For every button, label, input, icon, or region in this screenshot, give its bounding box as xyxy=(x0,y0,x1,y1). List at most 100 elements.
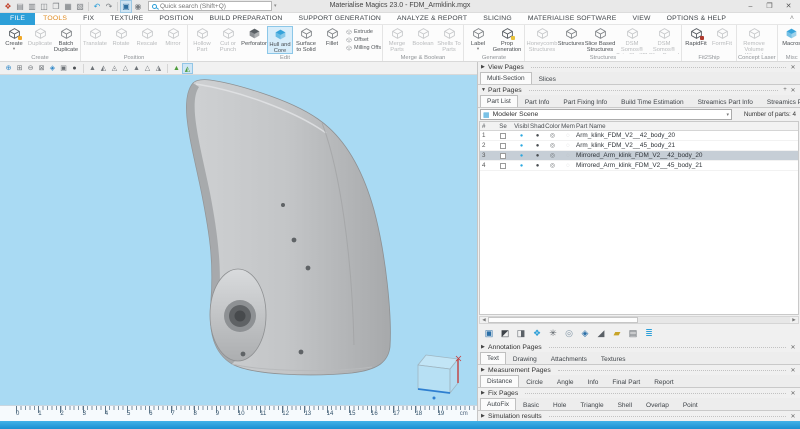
tab-slices[interactable]: Slices xyxy=(532,73,563,84)
export-part-icon[interactable]: ▧ xyxy=(74,1,86,12)
col-visible[interactable]: Visibl xyxy=(513,123,530,130)
select-checkbox[interactable] xyxy=(500,133,506,139)
tab-file[interactable]: FILE xyxy=(0,13,35,25)
scene-gear-icon[interactable]: ✳ xyxy=(545,325,561,341)
list-settings-icon[interactable]: ≣ xyxy=(641,325,657,341)
slice-tool-icon[interactable]: ◢ xyxy=(593,325,609,341)
close-icon[interactable]: ✕ xyxy=(789,413,797,420)
options-icon[interactable]: ◉ xyxy=(132,1,144,12)
zoom-window-icon[interactable]: ⊞ xyxy=(14,63,25,74)
expand-arrow-icon[interactable]: ▶ xyxy=(481,367,488,373)
tab-view[interactable]: VIEW xyxy=(624,13,658,25)
formfit-button[interactable]: FormFit xyxy=(709,26,735,54)
expand-arrow-icon[interactable]: ▶ xyxy=(481,413,488,419)
visible-icon[interactable]: ● xyxy=(513,143,530,149)
part-name[interactable]: Arm_klink_FDM_V2__42_body_20 xyxy=(576,132,798,139)
shading-icon[interactable]: ● xyxy=(530,163,545,169)
rapidfit-button[interactable]: RapidFit xyxy=(683,26,709,54)
tab-texture[interactable]: TEXTURE xyxy=(102,13,151,25)
scroll-right-icon[interactable]: ▶ xyxy=(790,317,798,323)
col-color[interactable]: Color xyxy=(545,123,560,130)
fillet-button[interactable]: Fillet xyxy=(319,26,345,54)
view-pages-header[interactable]: ▶ View Pages ✕ xyxy=(478,62,800,72)
expand-arrow-icon[interactable]: ▶ xyxy=(481,64,488,70)
tab-autofix[interactable]: AutoFix xyxy=(480,398,516,410)
close-icon[interactable]: ✕ xyxy=(789,344,797,351)
expand-arrow-icon[interactable]: ▶ xyxy=(481,344,488,350)
tab-basic[interactable]: Basic xyxy=(516,399,546,410)
dsm-somos-slice-tetrashell-button[interactable]: DSM Somos® Slice Based TetraShell™ xyxy=(648,26,680,54)
tab-part-fixing-info[interactable]: Part Fixing Info xyxy=(556,96,614,107)
tab-fix[interactable]: FIX xyxy=(75,13,102,25)
macros-button[interactable]: Macros xyxy=(779,26,800,54)
honeycomb-structures-button[interactable]: Honeycomb Structures xyxy=(526,26,558,54)
perforator-button[interactable]: Perforator xyxy=(241,26,267,54)
table-row[interactable]: 1 ● ● ◎ ◌ Arm_klink_FDM_V2__42_body_20 xyxy=(480,131,798,141)
color-icon[interactable]: ◎ xyxy=(545,132,560,139)
new-scene-icon[interactable]: ▤ xyxy=(14,1,26,12)
structures-button[interactable]: Structures xyxy=(558,26,584,54)
add-page-icon[interactable]: + xyxy=(781,87,789,93)
merge-parts-button[interactable]: Merge Parts xyxy=(384,26,410,54)
scroll-left-icon[interactable]: ◀ xyxy=(480,317,488,323)
unmark-window-icon[interactable]: △ xyxy=(142,63,153,74)
close-icon[interactable]: ✕ xyxy=(789,367,797,374)
sphere-tool-icon[interactable]: ◎ xyxy=(561,325,577,341)
colored-parts-icon[interactable]: ◈ xyxy=(577,325,593,341)
import-part-icon[interactable]: ◩ xyxy=(497,325,513,341)
part-name[interactable]: Mirrored_Arm_klink_FDM_V2__42_body_20 xyxy=(576,152,798,159)
part-name[interactable]: Arm_klink_FDM_V2__45_body_21 xyxy=(576,142,798,149)
platform-tool-icon[interactable]: ▰ xyxy=(609,325,625,341)
mark-plane-icon[interactable]: ▲ xyxy=(171,63,182,74)
tab-analyze-report[interactable]: ANALYZE & REPORT xyxy=(389,13,475,25)
tab-attachments[interactable]: Attachments xyxy=(544,353,594,364)
maximize-button[interactable]: ❐ xyxy=(760,1,779,12)
tab-build-preparation[interactable]: BUILD PREPARATION xyxy=(201,13,290,25)
stack-tool-icon[interactable]: ▤ xyxy=(625,325,641,341)
search-dropdown-icon[interactable]: ▾ xyxy=(274,3,277,9)
collapse-ribbon-icon[interactable]: ˄ xyxy=(790,15,794,22)
col-shading[interactable]: Shadi xyxy=(530,123,545,130)
mark-triangle-icon[interactable]: ▲ xyxy=(87,63,98,74)
tab-hole[interactable]: Hole xyxy=(546,399,573,410)
rotate-view-icon[interactable]: ◈ xyxy=(47,63,58,74)
batch-duplicate-button[interactable]: Batch Duplicate xyxy=(53,26,79,54)
tab-drawing[interactable]: Drawing xyxy=(506,353,544,364)
color-icon[interactable]: ◎ xyxy=(545,152,560,159)
select-checkbox[interactable] xyxy=(500,153,506,159)
tab-slicing[interactable]: SLICING xyxy=(475,13,520,25)
render-mode-icon[interactable]: ● xyxy=(69,63,80,74)
tab-overlap[interactable]: Overlap xyxy=(639,399,676,410)
search-input[interactable] xyxy=(160,3,268,10)
duplicate-part-icon[interactable]: ◨ xyxy=(513,325,529,341)
tab-final-part[interactable]: Final Part xyxy=(605,376,647,387)
default-views-icon[interactable]: ▣ xyxy=(58,63,69,74)
mark-window-icon[interactable]: ◭ xyxy=(98,63,109,74)
rotate-button[interactable]: Rotate xyxy=(108,26,134,54)
import-part-icon[interactable]: ▦ xyxy=(62,1,74,12)
scene-selector[interactable]: ▦ Modeler Scene ▾ xyxy=(480,109,732,120)
part-pages-header[interactable]: ▼ Part Pages + ✕ xyxy=(478,85,800,95)
redo-icon[interactable]: ↷ xyxy=(103,1,115,12)
col-part-name[interactable]: Part Name xyxy=(576,123,798,130)
visible-icon[interactable]: ● xyxy=(513,133,530,139)
part-model[interactable] xyxy=(186,80,390,375)
undo-icon[interactable]: ↶ xyxy=(91,1,103,12)
orientation-cube[interactable] xyxy=(418,355,461,400)
col-select[interactable]: Se xyxy=(493,123,513,130)
extrude-button[interactable]: Extrude xyxy=(345,28,381,36)
table-row[interactable]: 2 ● ● ◎ ◌ Arm_klink_FDM_V2__45_body_21 xyxy=(480,141,798,151)
measurement-pages-header[interactable]: ▶ Measurement Pages ✕ xyxy=(478,365,800,375)
unmark-triangle-icon[interactable]: △ xyxy=(120,63,131,74)
create-button[interactable]: Create ▾ xyxy=(1,26,27,54)
close-button[interactable]: ✕ xyxy=(779,1,798,12)
part-name[interactable]: Mirrored_Arm_klink_FDM_V2__45_body_21 xyxy=(576,162,798,169)
mirror-button[interactable]: Mirror xyxy=(160,26,186,54)
collapse-arrow-icon[interactable]: ▼ xyxy=(481,87,488,93)
color-icon[interactable]: ◎ xyxy=(545,142,560,149)
tab-materialise-software[interactable]: MATERIALISE SOFTWARE xyxy=(520,13,625,25)
tab-shell[interactable]: Shell xyxy=(611,399,639,410)
mark-shell-icon[interactable]: ▲ xyxy=(131,63,142,74)
hollow-part-button[interactable]: Hollow Part xyxy=(189,26,215,54)
quick-search-box[interactable] xyxy=(148,1,272,11)
